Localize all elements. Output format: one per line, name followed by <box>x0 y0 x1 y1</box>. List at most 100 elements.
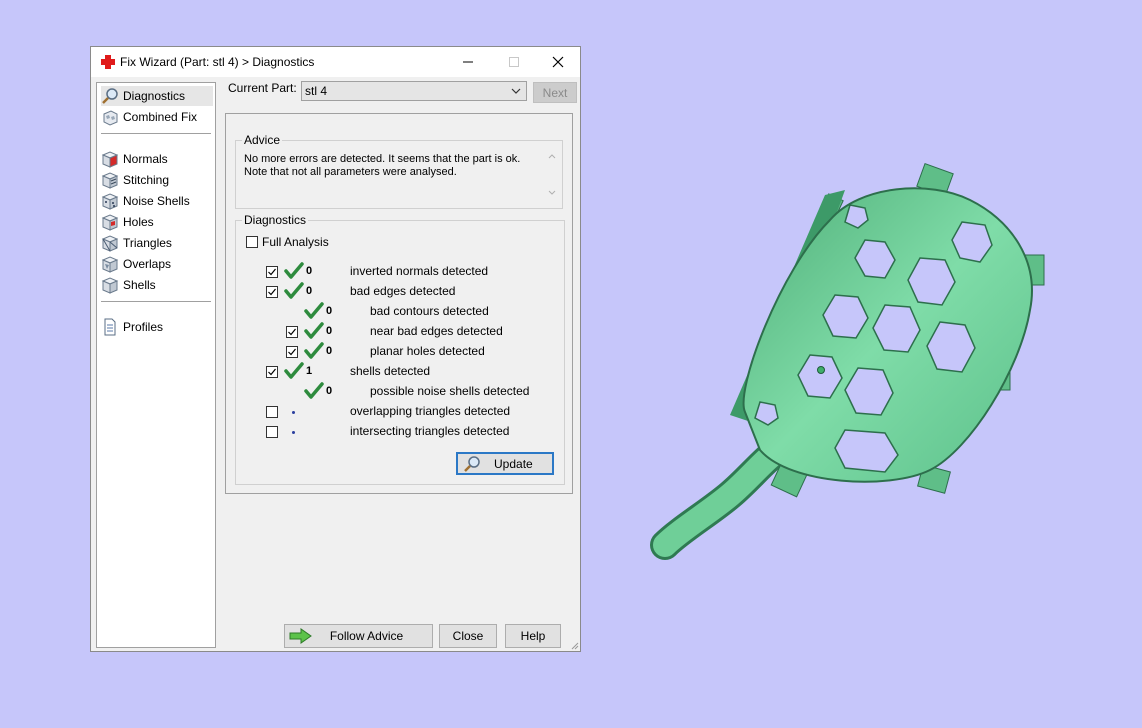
row-checkbox[interactable] <box>266 266 278 278</box>
nav-item-triangles[interactable]: Triangles <box>101 233 213 253</box>
row-count: 0 <box>306 285 313 297</box>
green-check-icon <box>284 282 304 299</box>
update-button[interactable]: Update <box>456 452 554 475</box>
nav-label: Noise Shells <box>123 194 190 208</box>
nav-label: Holes <box>123 215 154 229</box>
next-button[interactable]: Next <box>533 82 577 103</box>
nav-label: Shells <box>123 278 156 292</box>
nav-label: Profiles <box>123 320 164 334</box>
row-count: 0 <box>326 385 333 397</box>
row-count: 1 <box>306 365 313 377</box>
green-check-icon <box>304 382 324 399</box>
shells-cube-icon <box>101 277 119 294</box>
follow-advice-label: Follow Advice <box>329 629 404 643</box>
holes-cube-icon <box>101 214 119 231</box>
checkmark-icon <box>288 328 296 336</box>
magnifier-icon <box>102 88 118 104</box>
nav-divider <box>101 133 211 134</box>
nav-item-normals[interactable]: Normals <box>101 149 213 169</box>
stitching-cube-icon <box>101 172 119 189</box>
row-count: 0 <box>306 265 313 277</box>
nav-item-stitching[interactable]: Stitching <box>101 170 213 190</box>
scroll-arrows-icon <box>548 154 556 195</box>
row-label: possible noise shells detected <box>370 384 530 398</box>
row-checkbox[interactable] <box>266 366 278 378</box>
title-bar[interactable]: Fix Wizard (Part: stl 4) > Diagnostics <box>91 47 580 77</box>
current-part-label: Current Part: <box>228 81 297 95</box>
window-title: Fix Wizard (Part: stl 4) > Diagnostics <box>120 55 315 69</box>
document-icon <box>104 318 116 336</box>
nav-item-profiles[interactable]: Profiles <box>101 317 213 337</box>
minimize-icon <box>463 61 473 63</box>
update-label: Update <box>494 456 533 471</box>
nav-item-noise-shells[interactable]: Noise Shells <box>101 191 213 211</box>
advice-line: No more errors are detected. It seems th… <box>244 153 521 165</box>
maximize-button[interactable] <box>491 47 537 77</box>
checkmark-icon <box>268 368 276 376</box>
green-check-icon <box>304 302 324 319</box>
pending-dot-icon <box>292 411 295 414</box>
triangles-cube-icon <box>101 235 119 252</box>
nav-label: Diagnostics <box>123 89 186 103</box>
follow-advice-button[interactable]: Follow Advice <box>284 624 433 648</box>
current-part-select[interactable]: stl 4 <box>301 81 527 101</box>
turtle-part-model <box>650 162 1045 560</box>
checkmark-icon <box>288 348 296 356</box>
nav-label: Triangles <box>123 236 172 250</box>
nav-item-diagnostics[interactable]: Diagnostics <box>101 86 213 106</box>
row-checkbox[interactable] <box>266 286 278 298</box>
diagnostics-group-title: Diagnostics <box>242 213 309 227</box>
row-label: shells detected <box>350 364 431 378</box>
close-window-button[interactable] <box>535 47 581 77</box>
resize-grip-icon[interactable] <box>569 640 579 650</box>
row-checkbox[interactable] <box>266 426 278 438</box>
advice-line: Note that not all parameters were analys… <box>244 166 457 178</box>
advice-scrollbar[interactable] <box>546 151 560 201</box>
wizard-nav: Diagnostics Combined Fix Normals Stitchi… <box>96 82 216 648</box>
row-label: overlapping triangles detected <box>350 404 511 418</box>
green-check-icon <box>284 362 304 379</box>
row-checkbox[interactable] <box>286 346 298 358</box>
advice-text: No more errors are detected. It seems th… <box>244 153 529 179</box>
minimize-button[interactable] <box>445 47 491 77</box>
nav-divider <box>101 301 211 302</box>
red-cross-icon <box>101 55 115 69</box>
pending-dot-icon <box>292 431 295 434</box>
row-label: intersecting triangles detected <box>350 424 510 438</box>
close-icon <box>552 56 564 68</box>
row-checkbox[interactable] <box>286 326 298 338</box>
normals-cube-icon <box>101 151 119 168</box>
green-arrow-icon <box>289 628 312 644</box>
advice-group-title: Advice <box>242 133 283 147</box>
help-button[interactable]: Help <box>505 624 561 648</box>
advice-group: Advice No more errors are detected. It s… <box>235 133 563 209</box>
green-check-icon <box>304 322 324 339</box>
overlaps-cube-icon <box>101 256 119 273</box>
row-count: 0 <box>326 325 333 337</box>
checkmark-icon <box>268 288 276 296</box>
nav-item-overlaps[interactable]: Overlaps <box>101 254 213 274</box>
row-checkbox[interactable] <box>266 406 278 418</box>
row-count: 0 <box>326 345 333 357</box>
row-label: near bad edges detected <box>370 324 503 338</box>
diagnostics-group: Diagnostics Full Analysis 0 inverted nor… <box>235 213 565 485</box>
nav-item-combined-fix[interactable]: Combined Fix <box>101 107 213 127</box>
chevron-down-icon <box>511 88 521 94</box>
nav-label: Combined Fix <box>123 110 198 124</box>
row-label: planar holes detected <box>370 344 485 358</box>
row-label: bad contours detected <box>370 304 489 318</box>
nav-label: Stitching <box>123 173 170 187</box>
nav-label: Normals <box>123 152 168 166</box>
combined-fix-icon <box>103 110 118 126</box>
noise-shells-cube-icon <box>101 193 119 210</box>
magnifier-icon <box>464 455 480 472</box>
nav-item-holes[interactable]: Holes <box>101 212 213 232</box>
full-analysis-label: Full Analysis <box>262 235 329 249</box>
nav-item-shells[interactable]: Shells <box>101 275 213 295</box>
green-check-icon <box>284 262 304 279</box>
full-analysis-checkbox[interactable] <box>246 236 258 248</box>
close-button[interactable]: Close <box>439 624 497 648</box>
row-label: inverted normals detected <box>350 264 489 278</box>
3d-part-view[interactable] <box>640 150 1060 580</box>
fix-wizard-window: Fix Wizard (Part: stl 4) > Diagnostics D… <box>90 46 581 652</box>
